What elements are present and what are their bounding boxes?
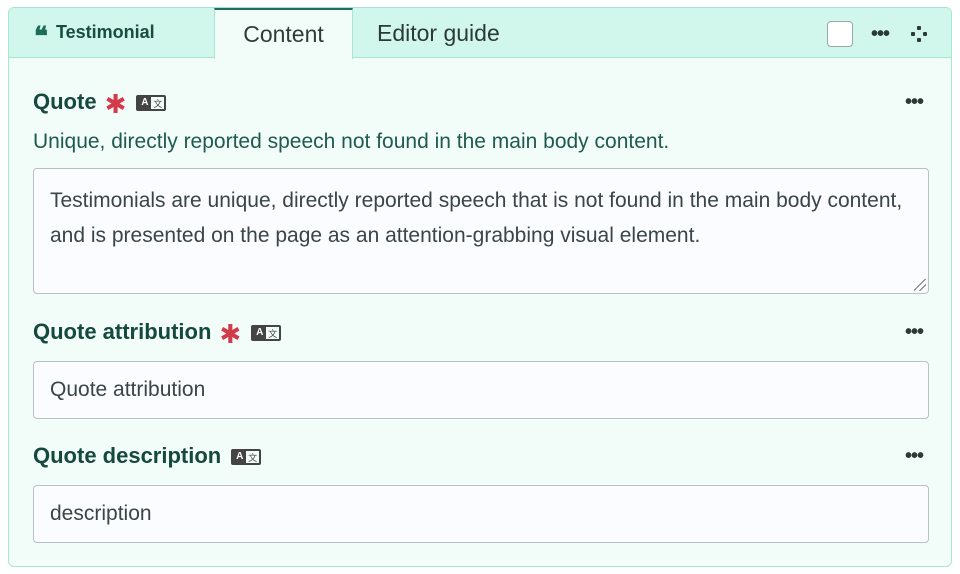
translatable-icon: A文 — [231, 449, 262, 465]
translatable-icon: A文 — [251, 325, 282, 341]
quote-description-input[interactable]: description — [33, 485, 929, 543]
tab-content[interactable]: Content — [214, 8, 353, 59]
quote-attribution-input[interactable]: Quote attribution — [33, 361, 929, 419]
testimonial-block-panel: ❝ Testimonial Content Editor guide ••• Q… — [8, 7, 952, 567]
quote-description-label: Quote description — [33, 443, 222, 468]
quote-icon: ❝ — [34, 21, 48, 52]
move-handle-icon[interactable] — [911, 26, 927, 42]
quote-description-field: Quote description A文 ••• description — [33, 442, 929, 543]
translatable-icon: A文 — [136, 95, 167, 111]
header-actions: ••• — [826, 21, 927, 47]
select-block-checkbox[interactable] — [826, 21, 853, 47]
tab-content-label: Content — [243, 21, 324, 47]
quote-help-text: Unique, directly reported speech not fou… — [33, 130, 670, 153]
quote-description-header: Quote description A文 ••• — [33, 442, 929, 470]
block-header: ❝ Testimonial Content Editor guide ••• — [9, 8, 951, 59]
block-menu-icon[interactable]: ••• — [871, 24, 890, 44]
quote-attribution-header: Quote attribution ✱ A文 ••• — [33, 318, 929, 349]
block-type-label: ❝ Testimonial — [34, 21, 155, 52]
tab-editor-guide[interactable]: Editor guide — [369, 8, 519, 58]
quote-field-header: Quote ✱ A文 ••• — [33, 88, 929, 119]
quote-field: Quote ✱ A文 ••• Unique, directly reported… — [33, 88, 929, 294]
required-icon: ✱ — [104, 88, 127, 119]
quote-description-menu-icon[interactable]: ••• — [905, 445, 924, 468]
quote-field-menu-icon[interactable]: ••• — [905, 91, 924, 114]
resize-handle-icon[interactable] — [914, 279, 926, 291]
block-type-text: Testimonial — [56, 22, 155, 42]
quote-description-value: description — [50, 502, 152, 525]
quote-attribution-value: Quote attribution — [50, 378, 206, 401]
quote-textarea[interactable]: Testimonials are unique, directly report… — [33, 168, 929, 294]
quote-attribution-label: Quote attribution — [33, 319, 212, 344]
quote-attribution-menu-icon[interactable]: ••• — [905, 321, 924, 344]
quote-textarea-value: Testimonials are unique, directly report… — [50, 189, 903, 247]
quote-label: Quote — [33, 89, 97, 114]
tab-editor-guide-label: Editor guide — [377, 19, 500, 46]
required-icon: ✱ — [219, 318, 242, 349]
quote-attribution-field: Quote attribution ✱ A文 ••• Quote attribu… — [33, 318, 929, 419]
